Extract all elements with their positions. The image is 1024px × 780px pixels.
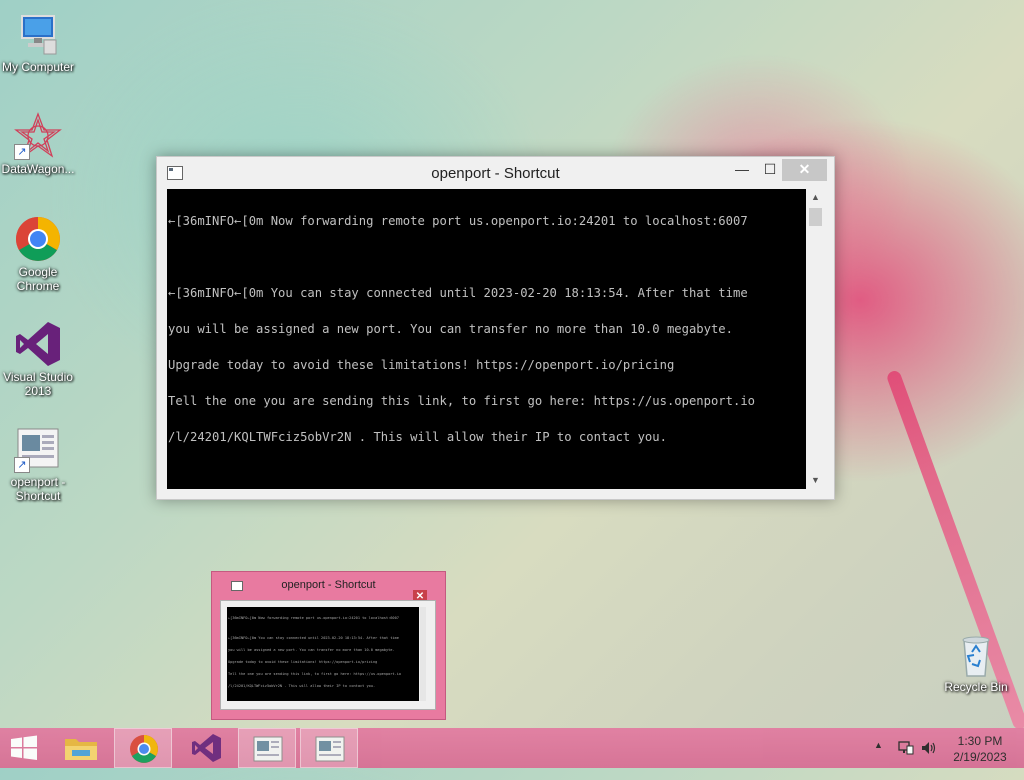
desktop-icon-visual-studio[interactable]: Visual Studio 2013 [0, 320, 76, 398]
console-system-icon [231, 581, 243, 591]
maximize-button[interactable]: ☐ [755, 159, 785, 181]
scroll-thumb[interactable] [809, 208, 822, 226]
desktop-icon-recycle-bin[interactable]: Recycle Bin [938, 630, 1014, 694]
desktop-icon-google-chrome[interactable]: Google Chrome [0, 215, 76, 293]
desktop-icon-label: Google Chrome [16, 265, 60, 293]
taskbar-chrome[interactable] [114, 728, 172, 768]
desktop-icon-label: DataWagon... [1, 162, 75, 176]
console-line: ←[36mINFO←[0m You can stay connected unt… [168, 286, 748, 300]
start-button[interactable] [0, 728, 48, 768]
minimize-button[interactable]: — [727, 159, 757, 181]
preview-window[interactable]: ←[36mINFO←[0m Now forwarding remote port… [220, 581, 436, 710]
desktop-icon-label: Recycle Bin [944, 680, 1008, 694]
console-line: /l/24201/KQLTWFciz5obVr2N . This will al… [168, 430, 667, 444]
openport-app-icon [315, 736, 345, 762]
openport-app-icon [253, 736, 283, 762]
network-icon[interactable] [897, 739, 915, 779]
shortcut-arrow-icon: ↗ [14, 457, 30, 473]
taskbar-visual-studio[interactable] [176, 728, 234, 768]
taskbar-thumbnail-preview[interactable]: openport - Shortcut ✕ ←[36mINFO←[0m Now … [211, 571, 446, 720]
taskbar-openport-1[interactable] [238, 728, 296, 768]
taskbar: ▲ 1:30 PM 2/19/2023 [0, 728, 1024, 768]
clock-date: 2/19/2023 [953, 750, 1007, 764]
preview-console-line: Tell the one you are sending this link, … [228, 672, 402, 676]
console-line: Tell the one you are sending this link, … [168, 394, 755, 408]
taskbar-clock[interactable]: 1:30 PM 2/19/2023 [942, 733, 1018, 765]
console-line: Upgrade today to avoid these limitations… [168, 358, 675, 372]
console-line: you will be assigned a new port. You can… [168, 322, 733, 336]
scroll-down-icon[interactable]: ▼ [807, 472, 824, 489]
clock-time: 1:30 PM [957, 734, 1003, 748]
desktop-icon-label: My Computer [1, 60, 75, 74]
visual-studio-icon [192, 734, 221, 762]
recycle-bin-icon [952, 630, 1000, 678]
windows-logo-icon [11, 735, 37, 760]
shortcut-arrow-icon: ↗ [14, 144, 30, 160]
tray-chevron-icon[interactable]: ▲ [874, 740, 883, 780]
console-output[interactable]: ←[36mINFO←[0m Now forwarding remote port… [167, 189, 806, 489]
desktop-icon-label: openport - Shortcut [10, 475, 66, 503]
chrome-icon [130, 735, 158, 763]
console-window[interactable]: openport - Shortcut — ☐ ✕ ←[36mINFO←[0m … [156, 156, 835, 500]
desktop-icon-label: Visual Studio 2013 [3, 370, 73, 398]
desktop-icon-datawagon[interactable]: ↗ DataWagon... [0, 112, 76, 176]
scroll-up-icon[interactable]: ▲ [807, 189, 824, 206]
preview-console-line: ←[36mINFO←[0m Now forwarding remote port… [228, 616, 399, 620]
datawagon-icon: ↗ [14, 112, 62, 160]
visual-studio-icon [14, 320, 62, 368]
console-line: ←[36mINFO←[0m Now forwarding remote port… [168, 214, 748, 228]
preview-title: openport - Shortcut [281, 579, 376, 591]
preview-console: ←[36mINFO←[0m Now forwarding remote port… [227, 607, 419, 701]
console-scrollbar[interactable]: ▲ ▼ [807, 189, 824, 489]
folder-icon [65, 739, 97, 760]
window-titlebar[interactable]: openport - Shortcut — ☐ ✕ [157, 157, 834, 189]
close-button[interactable]: ✕ [782, 159, 827, 181]
desktop-icon-my-computer[interactable]: My Computer [0, 10, 76, 74]
volume-icon[interactable] [920, 739, 938, 779]
openport-app-icon: ↗ [14, 425, 62, 473]
desktop-icon-openport-shortcut[interactable]: ↗ openport - Shortcut [0, 425, 76, 503]
preview-scrollbar [420, 607, 426, 701]
taskbar-file-explorer[interactable] [52, 728, 110, 768]
chrome-icon [14, 215, 62, 263]
computer-icon [14, 10, 62, 58]
preview-console-line: /l/24201/KQLTWFciz5obVr2N . This will al… [228, 684, 376, 688]
preview-console-line: ←[36mINFO←[0m You can stay connected unt… [228, 636, 399, 640]
preview-console-line: you will be assigned a new port. You can… [228, 648, 395, 652]
preview-console-line: Upgrade today to avoid these limitations… [228, 660, 378, 664]
taskbar-openport-2[interactable] [300, 728, 358, 768]
